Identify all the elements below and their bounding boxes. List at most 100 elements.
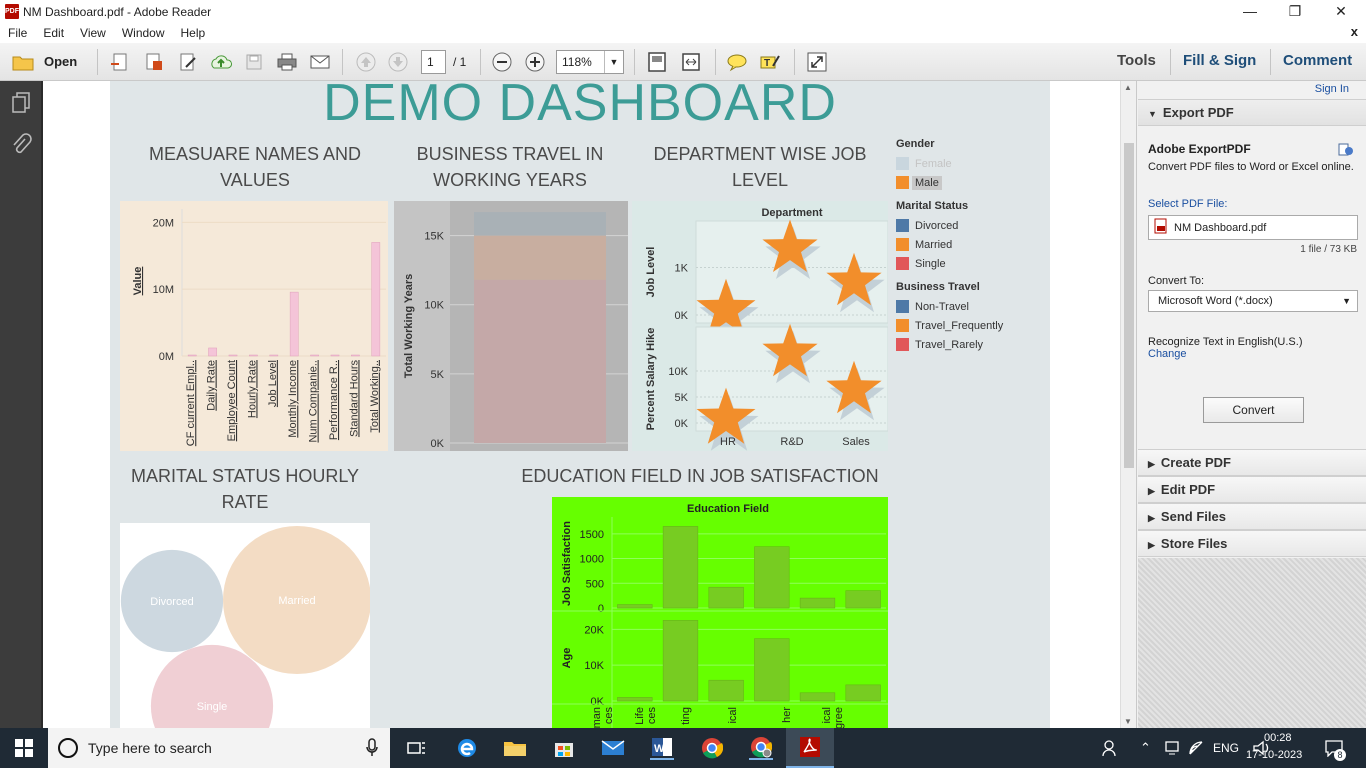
- expand-icon[interactable]: [805, 51, 829, 73]
- microphone-icon[interactable]: [366, 738, 378, 761]
- close-document-button[interactable]: x: [1351, 24, 1358, 39]
- dashboard-page: DEMO DASHBOARD MEASUARE NAMES AND VALUES…: [110, 81, 1050, 728]
- chevron-up-icon[interactable]: ⌃: [1140, 740, 1151, 756]
- legend-item-divorced[interactable]: Divorced: [896, 216, 1046, 235]
- menu-view[interactable]: View: [72, 26, 114, 40]
- travel-sheet-title: BUSINESS TRAVEL IN WORKING YEARS: [416, 144, 604, 190]
- measures-sheet-title: MEASUARE NAMES AND VALUES: [148, 144, 362, 190]
- comment-button[interactable]: Comment: [1283, 52, 1352, 69]
- bar: [845, 590, 881, 609]
- network-icon[interactable]: [1165, 740, 1181, 759]
- education-sheet-title: EDUCATION FIELD IN JOB SATISFACTION: [521, 466, 879, 486]
- folder-icon[interactable]: [10, 51, 36, 73]
- legend-panel: Gender Female Male Marital Status Divorc…: [896, 138, 1046, 354]
- adobe-reader-icon[interactable]: [786, 728, 834, 768]
- bar: [289, 291, 299, 357]
- send-files-section[interactable]: ▶ Send Files: [1138, 503, 1366, 530]
- scroll-down-icon[interactable]: ▼: [1124, 717, 1132, 726]
- menu-file[interactable]: File: [0, 26, 35, 40]
- chrome-profile-icon[interactable]: [749, 736, 773, 760]
- create-pdf-icon[interactable]: [108, 51, 132, 73]
- selected-file-field[interactable]: NM Dashboard.pdf: [1148, 215, 1358, 240]
- save-icon[interactable]: [242, 51, 266, 73]
- taskbar-search[interactable]: Type here to search: [48, 728, 390, 768]
- restore-button[interactable]: ❐: [1272, 0, 1318, 23]
- fit-width-icon[interactable]: [679, 51, 703, 73]
- people-icon[interactable]: [1101, 739, 1119, 760]
- task-view-icon[interactable]: [405, 736, 429, 760]
- change-language-link[interactable]: Change: [1148, 348, 1187, 360]
- wifi-icon[interactable]: [1188, 740, 1206, 759]
- sticky-note-icon[interactable]: [725, 51, 749, 73]
- legend-item-single[interactable]: Single: [896, 254, 1046, 273]
- file-explorer-icon[interactable]: [503, 736, 527, 760]
- clock-date[interactable]: 17-10-2023: [1246, 749, 1302, 761]
- document-view[interactable]: DEMO DASHBOARD MEASUARE NAMES AND VALUES…: [44, 81, 1120, 728]
- marital-chart: Divorced Married Single: [120, 523, 370, 728]
- close-button[interactable]: ✕: [1318, 0, 1364, 23]
- zoom-out-icon[interactable]: [490, 51, 514, 73]
- x-tick-label: gree: [833, 707, 845, 728]
- x-axis-title: Education Field: [687, 503, 769, 515]
- export-pdf-header[interactable]: ▼ Export PDF: [1138, 99, 1366, 126]
- create-pdf-section[interactable]: ▶ Create PDF: [1138, 449, 1366, 476]
- previous-page-icon[interactable]: [354, 51, 378, 73]
- chevron-down-icon[interactable]: ▼: [604, 51, 623, 73]
- tools-pane: Sign In ▼ Export PDF Adobe ExportPDF Conv…: [1136, 81, 1366, 728]
- print-icon[interactable]: [275, 51, 299, 73]
- next-page-icon[interactable]: [386, 51, 410, 73]
- bar: [351, 354, 360, 357]
- open-button[interactable]: Open: [44, 54, 77, 69]
- clock-time[interactable]: 00:28: [1264, 732, 1292, 744]
- fit-page-icon[interactable]: [645, 51, 669, 73]
- zoom-in-icon[interactable]: [523, 51, 547, 73]
- menu-edit[interactable]: Edit: [35, 26, 72, 40]
- store-files-section[interactable]: ▶ Store Files: [1138, 530, 1366, 557]
- scroll-thumb[interactable]: [1124, 143, 1134, 468]
- word-icon[interactable]: W: [650, 736, 674, 760]
- legend-item-non-travel[interactable]: Non-Travel: [896, 297, 1046, 316]
- y-axis-title: Percent Salary Hike: [645, 328, 657, 431]
- bar: [371, 242, 381, 357]
- page-number-input[interactable]: 1: [421, 50, 446, 74]
- edge-icon[interactable]: [455, 736, 479, 760]
- format-select[interactable]: Microsoft Word (*.docx) ▼: [1148, 290, 1358, 312]
- travel-chart: 0K 5K 10K 15K Total Working Years: [394, 201, 628, 451]
- minimize-button[interactable]: —: [1227, 0, 1273, 23]
- highlight-text-icon[interactable]: T: [758, 51, 782, 73]
- pdf-file-icon: [1154, 218, 1168, 237]
- menu-window[interactable]: Window: [114, 26, 173, 40]
- bar: [617, 697, 653, 702]
- convert-button[interactable]: Convert: [1203, 397, 1304, 423]
- sign-in-link[interactable]: Sign In: [1315, 83, 1349, 95]
- tools-button[interactable]: Tools: [1117, 52, 1156, 69]
- windows-start-icon[interactable]: [12, 736, 36, 760]
- attachments-icon[interactable]: [10, 133, 32, 160]
- upload-icon[interactable]: [209, 51, 233, 73]
- x-tick-label: Employee Count: [226, 360, 238, 441]
- legend-item-travel-rarely[interactable]: Travel_Rarely: [896, 335, 1046, 354]
- mail-icon[interactable]: [601, 736, 625, 760]
- edit-pdf-icon[interactable]: [176, 51, 200, 73]
- chrome-icon[interactable]: [700, 736, 724, 760]
- legend-swatch: [896, 300, 909, 313]
- x-tick-label: Num Companie..: [308, 360, 320, 443]
- legend-item-travel-frequently[interactable]: Travel_Frequently: [896, 316, 1046, 335]
- combine-pdf-icon[interactable]: [142, 51, 166, 73]
- legend-item-married[interactable]: Married: [896, 235, 1046, 254]
- pane-filler: [1138, 558, 1366, 728]
- vertical-scrollbar[interactable]: ▲ ▼: [1120, 81, 1136, 728]
- legend-item-male[interactable]: Male: [896, 173, 1046, 192]
- language-indicator[interactable]: ENG: [1213, 741, 1239, 755]
- email-icon[interactable]: [308, 51, 332, 73]
- fill-sign-button[interactable]: Fill & Sign: [1183, 52, 1256, 69]
- menu-help[interactable]: Help: [173, 26, 214, 40]
- zoom-select[interactable]: 118% ▼: [556, 50, 624, 74]
- triangle-down-icon: ▼: [1148, 109, 1157, 119]
- legend-item-female[interactable]: Female: [896, 154, 1046, 173]
- pages-icon[interactable]: [10, 91, 32, 116]
- y-tick-label: 5K: [431, 369, 445, 381]
- scroll-up-icon[interactable]: ▲: [1124, 83, 1132, 92]
- store-icon[interactable]: [552, 736, 576, 760]
- edit-pdf-section[interactable]: ▶ Edit PDF: [1138, 476, 1366, 503]
